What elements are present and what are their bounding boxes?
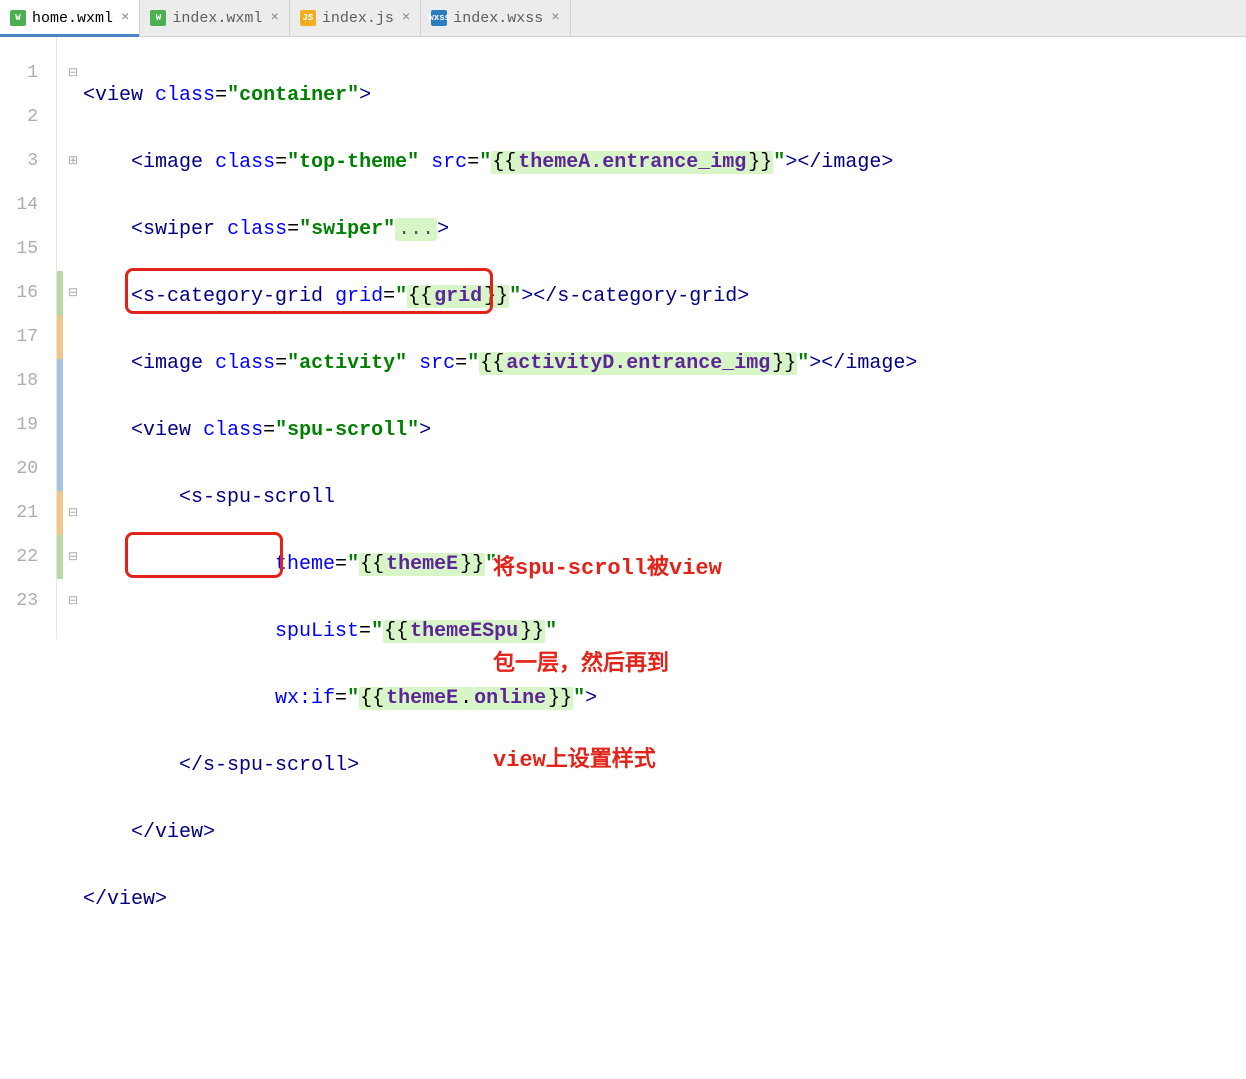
code-line: <image class="top-theme" src="{{themeA.e…	[83, 141, 1246, 185]
wxml-icon: W	[150, 10, 166, 26]
close-icon[interactable]: ×	[402, 10, 410, 26]
tab-label: index.wxml	[172, 10, 262, 27]
tab-bar: W home.wxml × W index.wxml × JS index.js…	[0, 0, 1246, 37]
close-icon[interactable]: ×	[121, 10, 129, 26]
js-icon: JS	[300, 10, 316, 26]
fold-column[interactable]: ⊟⊞ ⊟ ⊟⊟ ⊟	[63, 37, 83, 639]
highlight-box-1	[125, 268, 493, 314]
close-icon[interactable]: ×	[270, 10, 278, 26]
editor[interactable]: 123 141516 171819 202122 23 ⊟⊞ ⊟ ⊟⊟ ⊟ <v…	[0, 37, 1246, 639]
tab-index-js[interactable]: JS index.js ×	[290, 0, 421, 36]
code-line: <swiper class="swiper"...>	[83, 208, 1246, 252]
wxss-icon: wxss	[431, 10, 447, 26]
tab-index-wxml[interactable]: W index.wxml ×	[140, 0, 289, 36]
highlight-box-2	[125, 532, 283, 578]
code-line: <view class="container">	[83, 74, 1246, 118]
code-line: </view>	[83, 878, 1246, 922]
tab-home-wxml[interactable]: W home.wxml ×	[0, 0, 140, 36]
close-icon[interactable]: ×	[551, 10, 559, 26]
tab-index-wxss[interactable]: wxss index.wxss ×	[421, 0, 570, 36]
wxml-icon: W	[10, 10, 26, 26]
code-line: <view class="spu-scroll">	[83, 409, 1246, 453]
code-area[interactable]: <view class="container"> <image class="t…	[83, 37, 1246, 639]
tab-label: index.js	[322, 10, 394, 27]
annotation-text: 将spu-scroll被view 包一层，然后再到 view上设置样式	[493, 489, 722, 841]
code-line: <image class="activity" src="{{activityD…	[83, 342, 1246, 386]
tab-label: home.wxml	[32, 10, 113, 27]
tab-label: index.wxss	[453, 10, 543, 27]
line-gutter: 123 141516 171819 202122 23	[0, 37, 57, 639]
